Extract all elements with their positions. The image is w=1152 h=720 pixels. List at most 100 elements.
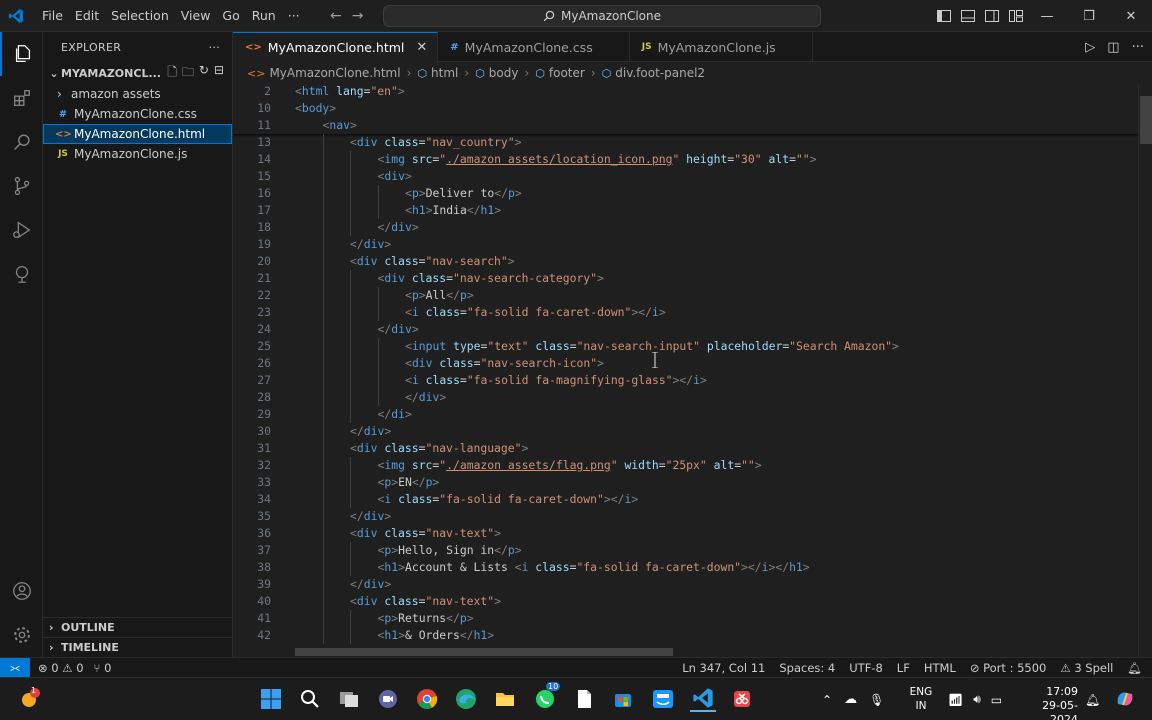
menu-go[interactable]: Go	[216, 0, 245, 32]
back-arrow-icon[interactable]: ←	[330, 8, 342, 24]
explorer-icon[interactable]	[0, 32, 43, 76]
code-line[interactable]: 16 <p>Deliver to</p>	[233, 185, 1138, 202]
code-line[interactable]: 30 </div>	[233, 423, 1138, 440]
tab-js[interactable]: JS MyAmazonClone.js	[630, 32, 813, 62]
code-line[interactable]: 35 </div>	[233, 508, 1138, 525]
vscode-taskbar-icon[interactable]	[690, 686, 716, 712]
tree-item-css[interactable]: # MyAmazonClone.css	[43, 104, 232, 124]
outline-section[interactable]: › OUTLINE	[43, 617, 233, 637]
teams-meet-icon[interactable]	[375, 686, 401, 712]
code-line[interactable]: 40 <div class="nav-text">	[233, 593, 1138, 610]
close-window-icon[interactable]: ✕	[1110, 0, 1152, 32]
menu-edit[interactable]: Edit	[69, 0, 105, 32]
whatsapp-icon[interactable]: 10	[532, 682, 561, 712]
code-editor[interactable]: 2 <html lang="en"> 10 <body> 11 <nav> 13 <div c…	[233, 84, 1152, 657]
close-icon[interactable]: ✕	[416, 40, 427, 55]
windows-start-icon[interactable]	[258, 686, 284, 712]
menu-run[interactable]: Run	[246, 0, 282, 32]
remote-explorer-icon[interactable]	[0, 252, 43, 296]
code-line[interactable]: 29 </di>	[233, 406, 1138, 423]
prime-video-icon[interactable]	[650, 686, 676, 712]
source-control-icon[interactable]	[0, 164, 43, 208]
quick-settings[interactable]: 📶︎ 🔊︎ ▭	[948, 678, 1002, 720]
code-line[interactable]: 24 </div>	[233, 321, 1138, 338]
code-line[interactable]: 32 <img src="./amazon assets/flag.png" wi…	[233, 457, 1138, 474]
new-folder-icon[interactable]: 🗀	[182, 63, 194, 84]
restore-icon[interactable]: ❐	[1068, 0, 1110, 32]
menu-selection[interactable]: Selection	[105, 0, 175, 32]
task-view-icon[interactable]	[336, 686, 362, 712]
code-line[interactable]: 38 <h1>Account & Lists <i class="fa-solid…	[233, 559, 1138, 576]
workspace-folder[interactable]: ⌄ MYAMAZONCL... 🗋 🗀 ↻ ⊟	[43, 62, 232, 84]
tree-item-html[interactable]: <> MyAmazonClone.html	[43, 124, 232, 144]
refresh-icon[interactable]: ↻	[199, 63, 209, 84]
language-mode[interactable]: HTML	[924, 661, 956, 675]
breadcrumb-item[interactable]: body	[489, 66, 519, 80]
onedrive-cloud-icon[interactable]: ☁︎	[844, 692, 857, 707]
problems-status[interactable]: ⊗ 0 ⚠ 0	[38, 661, 84, 675]
notepad-icon[interactable]	[571, 686, 597, 712]
accounts-icon[interactable]	[0, 569, 43, 613]
vertical-scrollbar-thumb[interactable]	[1140, 96, 1152, 144]
more-actions-icon[interactable]: ···	[1132, 40, 1144, 55]
breadcrumb-item[interactable]: MyAmazonClone.html	[269, 66, 400, 80]
microphone-icon[interactable]: 🎙︎	[869, 693, 884, 707]
code-line[interactable]: 15 <div>	[233, 168, 1138, 185]
taskbar-clock[interactable]: 17:09 29-05-2024	[1020, 685, 1078, 720]
code-line[interactable]: 25 <input type="text" class="nav-search-i…	[233, 338, 1138, 355]
input-language[interactable]: ENG IN	[906, 685, 936, 713]
vertical-scrollbar[interactable]	[1138, 84, 1152, 657]
manage-gear-icon[interactable]	[0, 613, 43, 657]
code-line[interactable]: 13 <div class="nav_country">	[233, 134, 1138, 151]
minimize-icon[interactable]: —	[1026, 0, 1068, 32]
code-line[interactable]: 27 <i class="fa-solid fa-magnifying-glass…	[233, 372, 1138, 389]
toggle-primary-sidebar-icon[interactable]	[936, 8, 952, 24]
menu-more[interactable]: ···	[282, 0, 306, 32]
breadcrumb-item[interactable]: html	[431, 66, 458, 80]
code-line[interactable]: 41 <p>Returns</p>	[233, 610, 1138, 627]
command-center-search[interactable]: MyAmazonClone	[383, 5, 821, 27]
edge-icon[interactable]	[453, 686, 479, 712]
breadcrumb-item[interactable]: footer	[549, 66, 585, 80]
live-server-port[interactable]: ⊘ Port : 5500	[970, 661, 1047, 675]
taskbar-search-icon[interactable]	[297, 686, 323, 712]
tree-item-js[interactable]: JS MyAmazonClone.js	[43, 144, 232, 164]
copilot-icon[interactable]	[1112, 686, 1138, 712]
code-line[interactable]: 28 </div>	[233, 389, 1138, 406]
weather-icon[interactable]: 1	[16, 686, 42, 712]
code-line[interactable]: 11 <nav>	[233, 117, 1138, 134]
breadcrumb-item[interactable]: div.foot-panel2	[615, 66, 705, 80]
run-debug-icon[interactable]	[0, 208, 43, 252]
indentation[interactable]: Spaces: 4	[779, 661, 835, 675]
tab-css[interactable]: # MyAmazonClone.css	[438, 32, 630, 62]
code-line[interactable]: 39 </div>	[233, 576, 1138, 593]
code-line[interactable]: 18 </div>	[233, 219, 1138, 236]
end-of-line[interactable]: LF	[897, 661, 910, 675]
horizontal-scrollbar-thumb[interactable]	[295, 648, 673, 656]
cursor-position[interactable]: Ln 347, Col 11	[682, 661, 765, 675]
file-explorer-icon[interactable]	[492, 686, 518, 712]
code-line[interactable]: 36 <div class="nav-text">	[233, 525, 1138, 542]
explorer-more-icon[interactable]: ···	[209, 41, 220, 54]
extensions-icon[interactable]	[0, 76, 43, 120]
toggle-secondary-sidebar-icon[interactable]	[984, 8, 1000, 24]
code-line[interactable]: 22 <p>All</p>	[233, 287, 1138, 304]
menu-file[interactable]: File	[36, 0, 69, 32]
code-line[interactable]: 33 <p>EN</p>	[233, 474, 1138, 491]
code-line[interactable]: 20 <div class="nav-search">	[233, 253, 1138, 270]
toggle-panel-icon[interactable]	[960, 8, 976, 24]
code-line[interactable]: 37 <p>Hello, Sign in</p>	[233, 542, 1138, 559]
chrome-icon[interactable]	[414, 686, 440, 712]
code-line[interactable]: 10 <body>	[233, 100, 1138, 117]
code-line[interactable]: 17 <h1>India</h1>	[233, 202, 1138, 219]
code-line[interactable]: 14 <img src="./amazon assets/location_ico…	[233, 151, 1138, 168]
menu-view[interactable]: View	[175, 0, 217, 32]
snipping-tool-icon[interactable]	[729, 686, 755, 712]
notification-bell-area[interactable]: 🔔︎	[1085, 678, 1100, 720]
tree-item-amazon-assets[interactable]: › amazon assets	[43, 84, 232, 104]
remote-indicator-icon[interactable]: ⪥	[0, 658, 30, 677]
encoding[interactable]: UTF-8	[849, 661, 883, 675]
tab-html[interactable]: <> MyAmazonClone.html ✕	[233, 32, 439, 62]
code-line[interactable]: 34 <i class="fa-solid fa-caret-down"></i>	[233, 491, 1138, 508]
show-hidden-icons-chevron-icon[interactable]: ⌃	[822, 693, 832, 707]
